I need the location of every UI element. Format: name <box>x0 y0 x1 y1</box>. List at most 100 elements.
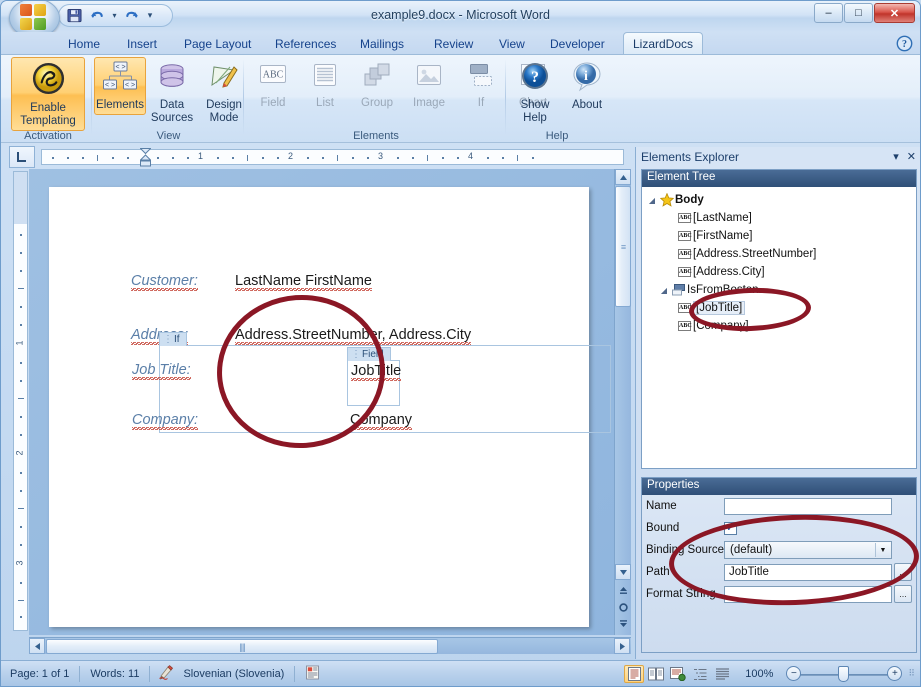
view-print-layout-button[interactable] <box>624 664 645 683</box>
field-element-tag[interactable]: ⋮ Field <box>347 347 391 361</box>
doc-value-customer[interactable]: LastName FirstName <box>235 273 372 293</box>
help-icon[interactable]: ? <box>896 35 913 52</box>
status-language[interactable]: Slovenian (Slovenia) <box>179 668 293 680</box>
tab-developer[interactable]: Developer <box>541 33 614 55</box>
show-help-button[interactable]: ? Show Help <box>509 57 561 128</box>
property-browse-path-button[interactable]: ... <box>894 563 912 581</box>
vruler-number-2: 2 <box>14 450 25 456</box>
previous-page-button[interactable] <box>616 583 631 598</box>
tab-page-layout[interactable]: Page Layout <box>175 33 260 55</box>
tab-review[interactable]: Review <box>425 33 482 55</box>
tree-node-address-streetnumber[interactable]: ABC [Address.StreetNumber] <box>646 245 916 263</box>
if-button[interactable]: If <box>455 57 507 113</box>
tab-view[interactable]: View <box>490 33 534 55</box>
zoom-slider-handle[interactable] <box>838 665 850 682</box>
tree-node-jobtitle[interactable]: ABC [JobTitle] <box>646 299 916 317</box>
abc-icon: ABC <box>678 213 692 223</box>
record-macro-icon[interactable] <box>296 665 329 683</box>
view-full-screen-reading-button[interactable] <box>646 665 666 683</box>
horizontal-scroll-thumb[interactable]: |||| <box>46 639 438 654</box>
list-button[interactable]: List <box>299 57 351 113</box>
property-checkbox-bound[interactable]: ✓ <box>724 521 737 535</box>
resize-grip-icon[interactable]: ⠿ <box>908 668 920 679</box>
zoom-in-button[interactable]: + <box>887 666 903 681</box>
enable-templating-button[interactable]: Enable Templating <box>11 57 85 131</box>
vertical-scrollbar[interactable]: ≡ <box>614 169 631 635</box>
vertical-scroll-thumb[interactable]: ≡ <box>615 186 631 307</box>
expander-icon[interactable]: ◢ <box>658 286 670 295</box>
pane-dropdown-icon[interactable]: ▾ <box>893 150 899 163</box>
tab-mailings[interactable]: Mailings <box>351 33 413 55</box>
view-outline-button[interactable] <box>690 665 710 683</box>
tab-stop-selector[interactable] <box>9 146 35 168</box>
tab-references[interactable]: References <box>266 33 345 55</box>
document-page[interactable]: Customer: LastName FirstName Address: Ad… <box>49 187 611 627</box>
property-browse-format-button[interactable]: ... <box>894 585 912 603</box>
horizontal-ruler[interactable]: 1 2 3 4 <box>41 148 624 168</box>
close-button[interactable]: ✕ <box>874 3 915 23</box>
field-button[interactable]: ABC Field <box>247 57 299 113</box>
if-element-tag[interactable]: ⋮ If <box>159 332 187 346</box>
if-element-block[interactable]: ⋮ If Job Title: ⋮ Field JobTitle Company: … <box>132 332 611 433</box>
vruler-number-3: 3 <box>14 560 25 566</box>
view-draft-button[interactable] <box>712 665 732 683</box>
vertical-ruler-margin <box>14 172 27 224</box>
next-page-button[interactable] <box>616 617 631 632</box>
tree-node-body[interactable]: ◢ Body <box>646 191 916 209</box>
restore-button[interactable]: □ <box>844 3 873 23</box>
property-input-name[interactable] <box>724 497 892 515</box>
scroll-up-button[interactable] <box>615 169 631 185</box>
elements-button[interactable]: < > < > < > Elements <box>94 57 146 115</box>
tree-node-company[interactable]: ABC [Company] <box>646 317 916 335</box>
tree-node-lastname-label: [LastName] <box>693 212 752 224</box>
tab-lizarddocs[interactable]: LizardDocs <box>623 32 704 55</box>
element-tree-header: Element Tree <box>642 170 916 187</box>
pane-close-icon[interactable]: ✕ <box>907 150 916 163</box>
property-combo-binding-source[interactable]: (default) ▼ <box>724 541 892 559</box>
data-sources-label-2: Sources <box>150 112 194 124</box>
indent-markers[interactable] <box>139 148 152 168</box>
scroll-right-button[interactable] <box>614 638 630 654</box>
image-button[interactable]: Image <box>403 57 455 113</box>
zoom-out-button[interactable]: − <box>786 666 802 681</box>
view-web-layout-button[interactable] <box>668 665 688 683</box>
horizontal-scrollbar[interactable]: |||| <box>29 637 631 654</box>
ribbon-group-activation: Enable Templating Activation <box>5 55 91 143</box>
expander-icon[interactable]: ◢ <box>646 196 658 205</box>
element-tree[interactable]: ◢ Body ABC [LastName] ABC [FirstName] AB… <box>642 187 916 335</box>
tree-node-lastname[interactable]: ABC [LastName] <box>646 209 916 227</box>
tree-node-address-city[interactable]: ABC [Address.City] <box>646 263 916 281</box>
doc-value-address[interactable]: Address.StreetNumber, Address.City <box>235 327 472 347</box>
field-element-block[interactable]: ⋮ Field JobTitle <box>347 347 402 406</box>
about-button[interactable]: i About <box>561 57 613 115</box>
document-canvas[interactable]: Customer: LastName FirstName Address: Ad… <box>29 169 614 635</box>
status-words[interactable]: Words: 11 <box>81 668 148 680</box>
proofing-errors-icon[interactable] <box>151 664 179 683</box>
property-label-name: Name <box>646 500 677 512</box>
ribbon-group-elements: ABC Field List Group Image If Chart Elem… <box>247 55 547 143</box>
window-title: example9.docx - Microsoft Word <box>371 8 550 22</box>
doc-value-job-title[interactable]: JobTitle <box>351 363 402 383</box>
group-button[interactable]: Group <box>351 57 403 113</box>
scroll-down-button[interactable] <box>615 564 631 580</box>
tree-node-firstname[interactable]: ABC [FirstName] <box>646 227 916 245</box>
tab-insert[interactable]: Insert <box>118 33 166 55</box>
property-input-path[interactable]: JobTitle <box>724 563 892 581</box>
doc-value-company[interactable]: Company <box>350 412 413 432</box>
select-browse-object-button[interactable] <box>616 600 631 615</box>
elements-tree-icon: < > < > < > <box>103 61 137 97</box>
tree-node-isfromboston[interactable]: ◢ IsFromBoston <box>646 281 916 299</box>
chevron-down-icon[interactable]: ▼ <box>875 543 890 557</box>
data-sources-button[interactable]: Data Sources <box>146 57 198 128</box>
scroll-left-button[interactable] <box>29 638 45 654</box>
window-controls: – □ ✕ <box>814 3 915 23</box>
vertical-ruler[interactable]: 1 2 3 <box>13 171 28 631</box>
zoom-level-label[interactable]: 100% <box>733 668 780 680</box>
property-input-format-string[interactable] <box>724 585 892 603</box>
status-page[interactable]: Page: 1 of 1 <box>1 668 78 680</box>
minimize-button[interactable]: – <box>814 3 843 23</box>
zoom-slider[interactable]: − + <box>786 665 903 682</box>
ruler-number-3: 3 <box>378 151 384 161</box>
pane-title: Elements Explorer <box>641 150 740 164</box>
tab-home[interactable]: Home <box>59 33 109 55</box>
